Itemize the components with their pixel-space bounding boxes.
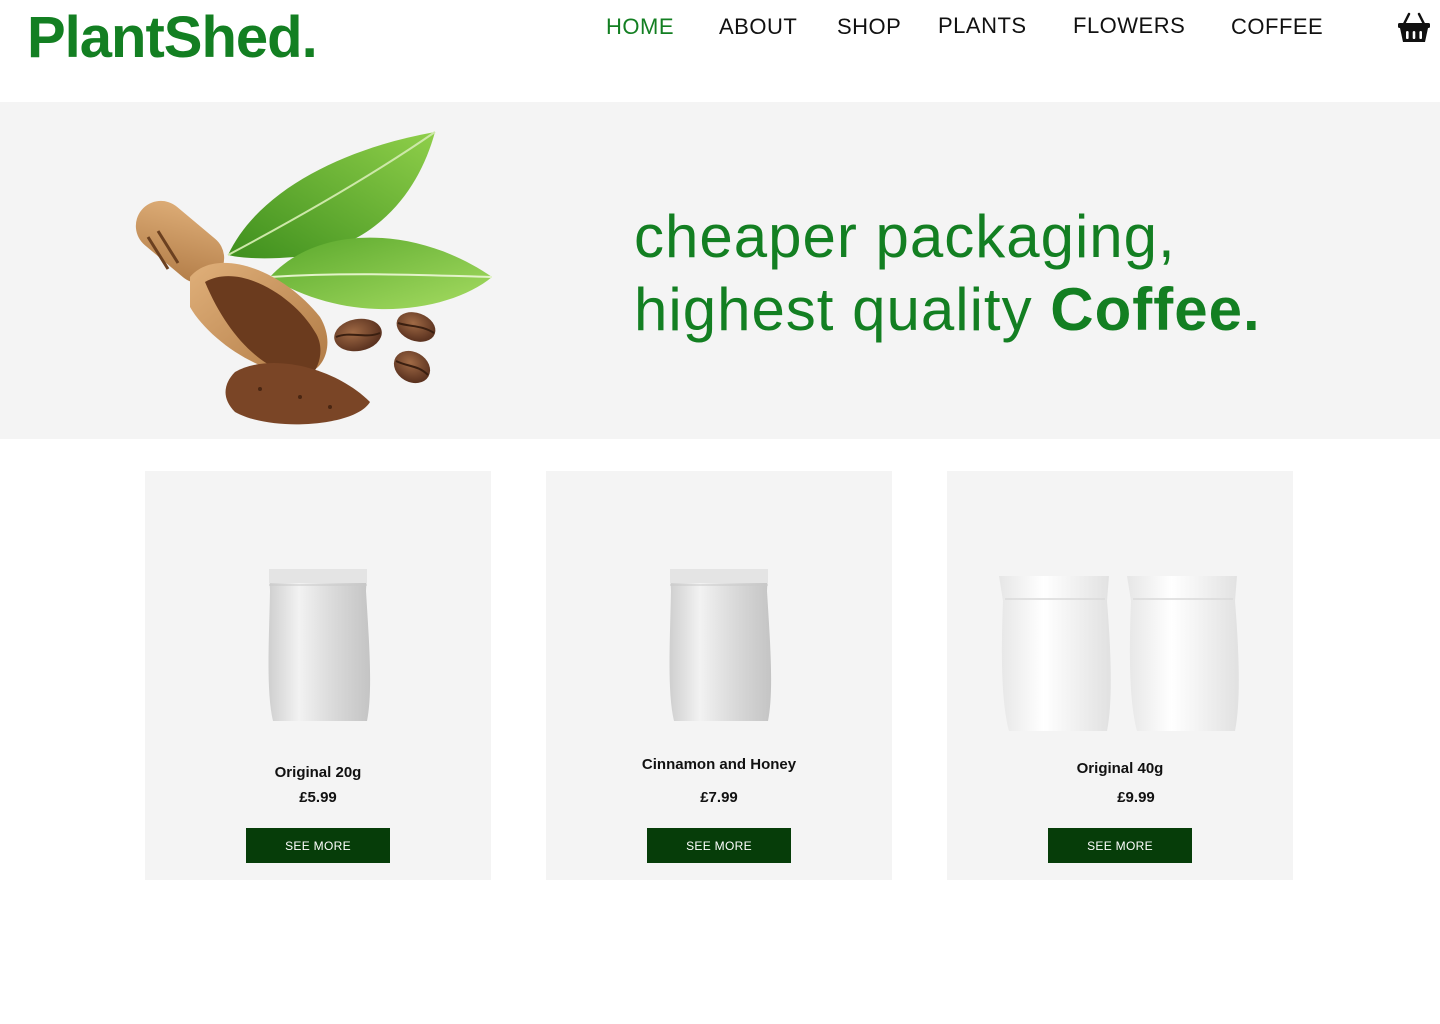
- basket-icon[interactable]: [1397, 10, 1431, 44]
- product-name: Original 40g: [1076, 760, 1164, 777]
- nav-item-home[interactable]: HOME: [606, 16, 674, 38]
- product-price: £5.99: [299, 789, 337, 806]
- product-name: Original 20g: [274, 764, 362, 781]
- nav-item-coffee[interactable]: COFFEE: [1231, 16, 1323, 38]
- product-image: [145, 561, 491, 736]
- hero-line-2-bold: Coffee.: [1050, 276, 1261, 343]
- see-more-button[interactable]: SEE MORE: [1048, 828, 1192, 863]
- product-price: £7.99: [700, 789, 738, 806]
- hero-line-2-regular: highest quality: [634, 276, 1051, 343]
- product-price: £9.99: [1117, 789, 1155, 806]
- nav-item-about[interactable]: ABOUT: [719, 16, 797, 38]
- nav-item-shop[interactable]: SHOP: [837, 16, 901, 38]
- product-card-cinnamon-honey[interactable]: Cinnamon and Honey £7.99 SEE MORE: [546, 471, 892, 880]
- hero-line-2: highest quality Coffee.: [634, 273, 1261, 346]
- see-more-button[interactable]: SEE MORE: [647, 828, 791, 863]
- product-image: [546, 561, 892, 736]
- product-image: [947, 561, 1293, 736]
- nav-item-flowers[interactable]: FLOWERS: [1073, 15, 1185, 37]
- coffee-scoop-image: [120, 127, 500, 432]
- nav-item-plants[interactable]: PLANTS: [938, 15, 1027, 37]
- product-card-original-40g[interactable]: Original 40g £9.99 SEE MORE: [947, 471, 1293, 880]
- hero-line-1: cheaper packaging,: [634, 203, 1176, 270]
- site-header: PlantShed. HOME ABOUT SHOP PLANTS FLOWER…: [0, 0, 1440, 102]
- product-card-original-20g[interactable]: Original 20g £5.99 SEE MORE: [145, 471, 491, 880]
- brand-logo[interactable]: PlantShed.: [27, 9, 318, 67]
- hero-headline: cheaper packaging, highest quality Coffe…: [634, 200, 1261, 346]
- hero-banner: cheaper packaging, highest quality Coffe…: [0, 102, 1440, 439]
- see-more-button[interactable]: SEE MORE: [246, 828, 390, 863]
- product-name: Cinnamon and Honey: [641, 756, 797, 773]
